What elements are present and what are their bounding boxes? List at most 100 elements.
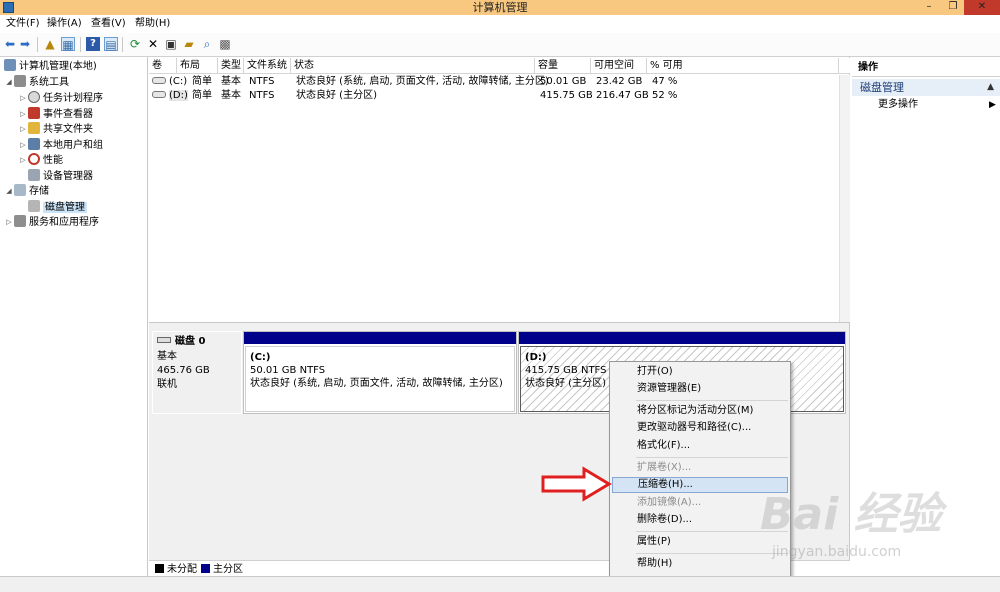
disk-state: 联机	[157, 379, 177, 390]
watermark-url: jingyan.baidu.com	[772, 544, 902, 560]
services-icon	[14, 215, 26, 227]
disk-icon	[28, 200, 40, 212]
expand-icon[interactable]: ▷	[18, 138, 28, 153]
tree-item-event-viewer[interactable]: ▷ 事件查看器	[18, 107, 93, 122]
expand-icon[interactable]: ▷	[18, 91, 28, 106]
tree-item-storage[interactable]: ◢ 存储	[4, 184, 49, 199]
computer-icon	[4, 59, 16, 71]
disk-icon	[157, 337, 171, 343]
volume-list: 卷 布局 类型 文件系统 状态 容量 可用空间 % 可用 (C:) 简单 基本 …	[149, 57, 850, 322]
table-row[interactable]: (C:) 简单 基本 NTFS 状态良好 (系统, 启动, 页面文件, 活动, …	[149, 75, 850, 89]
properties-icon[interactable]: ▣	[164, 37, 178, 51]
delete-icon[interactable]: ✕	[146, 37, 160, 51]
refresh-icon[interactable]: ⟳	[128, 37, 142, 51]
menu-view[interactable]: 查看(V)	[91, 17, 126, 31]
disk-size: 465.76 GB	[157, 365, 210, 376]
drive-icon	[152, 91, 166, 98]
column-percent-free[interactable]: % 可用	[647, 58, 839, 74]
tree-item-shared-folders[interactable]: ▷ 共享文件夹	[18, 122, 93, 137]
volume-list-header: 卷 布局 类型 文件系统 状态 容量 可用空间 % 可用	[149, 58, 850, 74]
storage-icon	[14, 184, 26, 196]
menu-help[interactable]: 帮助(H)	[135, 17, 170, 31]
column-filesystem[interactable]: 文件系统	[244, 58, 291, 74]
primary-partition-bar	[244, 332, 516, 344]
red-arrow-icon	[541, 466, 612, 502]
watermark-brand: Bai 经验	[760, 489, 942, 540]
menu-item-change-drive-letter[interactable]: 更改驱动器号和路径(C)...	[612, 420, 788, 436]
status-bar	[0, 576, 1000, 592]
partition-size: 50.01 GB NTFS	[250, 365, 326, 376]
table-row[interactable]: (D:) 简单 基本 NTFS 状态良好 (主分区) 415.75 GB 216…	[149, 89, 850, 103]
column-capacity[interactable]: 容量	[535, 58, 591, 74]
drive-icon	[152, 77, 166, 84]
tree-item-services-apps[interactable]: ▷ 服务和应用程序	[4, 215, 99, 230]
help-icon[interactable]: ?	[86, 37, 100, 51]
close-button[interactable]: ✕	[964, 0, 1000, 15]
event-viewer-icon	[28, 107, 40, 119]
column-layout[interactable]: 布局	[177, 58, 218, 74]
menu-bar: 文件(F) 操作(A) 查看(V) 帮助(H)	[0, 15, 1000, 33]
partition-c[interactable]: (C:) 50.01 GB NTFS 状态良好 (系统, 启动, 页面文件, 活…	[243, 331, 517, 414]
menu-action[interactable]: 操作(A)	[47, 17, 82, 31]
tree-item-computer-management[interactable]: 计算机管理(本地)	[4, 59, 97, 74]
legend-unallocated: 未分配	[155, 564, 197, 575]
device-manager-icon	[28, 169, 40, 181]
expand-icon[interactable]: ▷	[18, 107, 28, 122]
show-action-pane-icon[interactable]: ▤	[104, 37, 118, 52]
tree-item-device-manager[interactable]: 设备管理器	[18, 169, 93, 184]
more-actions[interactable]: 更多操作	[878, 98, 918, 112]
title-bar: 计算机管理 – ❐ ✕	[0, 0, 1000, 15]
menu-item-open[interactable]: 打开(O)	[612, 364, 788, 380]
expand-icon[interactable]: ▷	[4, 215, 14, 230]
column-free-space[interactable]: 可用空间	[591, 58, 647, 74]
expand-icon[interactable]: ▷	[18, 153, 28, 168]
collapse-arrow-icon[interactable]: ▲	[987, 79, 994, 96]
baidu-watermark: Bai 经验 jingyan.baidu.com	[760, 478, 990, 578]
console-tree: 计算机管理(本地) ◢ 系统工具 ▷ 任务计划程序 ▷ 事件查看器 ▷ 共享文件夹 ▷ 本…	[0, 57, 148, 576]
minimize-button[interactable]: –	[918, 0, 940, 15]
restore-button[interactable]: ❐	[942, 0, 964, 15]
forward-icon[interactable]: ➡	[18, 37, 32, 51]
actions-section-disk-management[interactable]: 磁盘管理 ▲	[852, 79, 1000, 96]
menu-item-mark-active[interactable]: 将分区标记为活动分区(M)	[612, 403, 788, 419]
clock-icon	[28, 91, 40, 103]
tree-item-local-users-groups[interactable]: ▷ 本地用户和组	[18, 138, 103, 153]
partition-label: (C:)	[250, 352, 271, 363]
tools-icon	[14, 75, 26, 87]
column-volume[interactable]: 卷	[149, 58, 177, 74]
users-icon	[28, 138, 40, 150]
console-tree-icon[interactable]: ▦	[61, 37, 75, 52]
tree-item-task-scheduler[interactable]: ▷ 任务计划程序	[18, 91, 103, 106]
legend-swatch	[155, 564, 164, 573]
disk-type: 基本	[157, 351, 177, 362]
primary-partition-bar	[519, 332, 845, 344]
collapse-icon[interactable]: ◢	[4, 184, 14, 199]
menu-item-format[interactable]: 格式化(F)...	[612, 438, 788, 454]
legend-swatch	[201, 564, 210, 573]
column-status[interactable]: 状态	[291, 58, 535, 74]
menu-file[interactable]: 文件(F)	[6, 17, 40, 31]
performance-icon	[28, 153, 40, 165]
submenu-arrow-icon: ▶	[989, 100, 996, 110]
legend-primary: 主分区	[201, 564, 243, 575]
menu-item-extend-volume: 扩展卷(X)...	[637, 462, 692, 473]
settings-icon[interactable]: ▩	[218, 37, 232, 51]
vertical-scrollbar[interactable]	[839, 75, 850, 322]
column-type[interactable]: 类型	[218, 58, 244, 74]
tree-item-system-tools[interactable]: ◢ 系统工具	[4, 75, 69, 90]
search-icon[interactable]: ⌕	[200, 37, 214, 51]
window-title: 计算机管理	[472, 1, 528, 14]
shared-folder-icon	[28, 122, 40, 134]
expand-icon[interactable]: ▷	[18, 122, 28, 137]
actions-header: 操作	[852, 59, 1000, 77]
tree-item-disk-management[interactable]: 磁盘管理	[18, 200, 87, 215]
up-folder-icon[interactable]: ▲	[43, 37, 57, 51]
disk-name: 磁盘 0	[175, 336, 206, 347]
partition-status: 状态良好 (系统, 启动, 页面文件, 活动, 故障转储, 主分区)	[250, 378, 503, 389]
open-folder-icon[interactable]: ▰	[182, 37, 196, 51]
disk-0-info[interactable]: 磁盘 0 基本 465.76 GB 联机	[152, 331, 242, 414]
back-icon[interactable]: ⬅	[3, 37, 17, 51]
tree-item-performance[interactable]: ▷ 性能	[18, 153, 63, 168]
menu-item-explorer[interactable]: 资源管理器(E)	[612, 381, 788, 397]
collapse-icon[interactable]: ◢	[4, 75, 14, 90]
